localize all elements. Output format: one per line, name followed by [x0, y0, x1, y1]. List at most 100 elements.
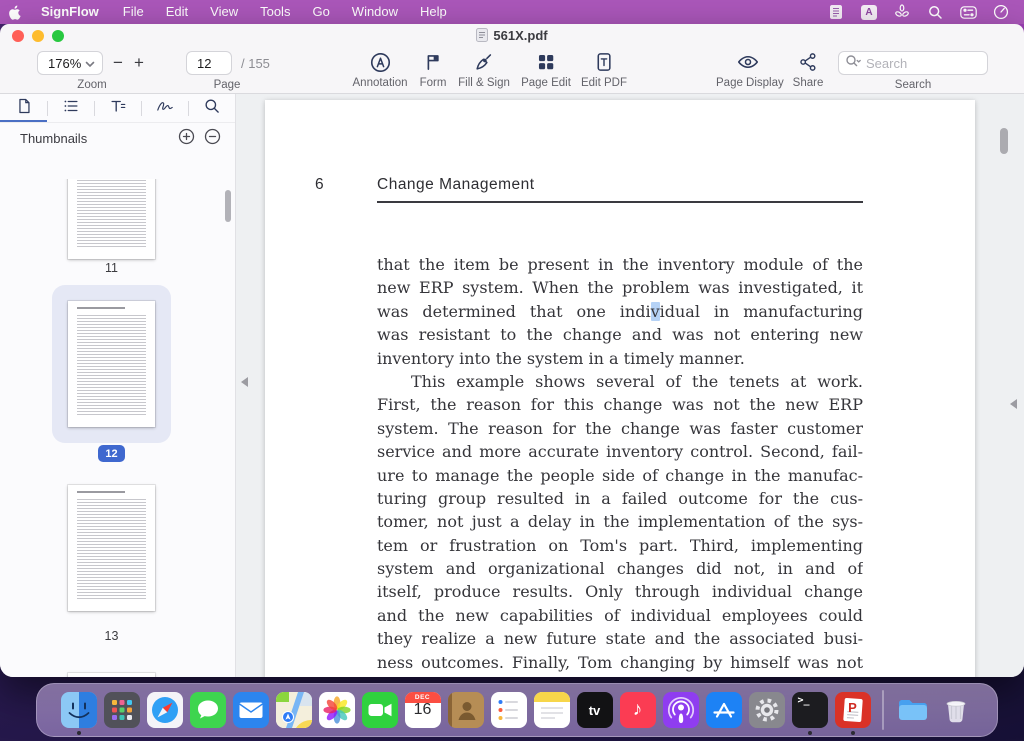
- menu-item-signflow[interactable]: SignFlow: [30, 0, 112, 24]
- search-group-label: Search: [838, 79, 988, 91]
- control-center-icon[interactable]: [959, 3, 977, 21]
- dock-safari-icon[interactable]: [147, 692, 183, 728]
- page-group-label: Page: [186, 79, 268, 91]
- thumbnail-zoom-in-icon[interactable]: [178, 128, 195, 150]
- dock-photos-icon[interactable]: [319, 692, 355, 728]
- toolbar-tool-fill-sign[interactable]: Fill & Sign: [452, 50, 516, 89]
- page-number-input[interactable]: [186, 51, 232, 75]
- apple-logo-icon: [9, 5, 22, 20]
- thumbnail-selected-wrap[interactable]: [52, 285, 171, 443]
- input-source-icon[interactable]: A: [860, 3, 878, 21]
- spotlight-icon[interactable]: [926, 3, 944, 21]
- input-source-glyph: A: [861, 5, 877, 20]
- dock-maps-icon[interactable]: [276, 692, 312, 728]
- dock-appletv-icon[interactable]: tv: [577, 692, 613, 728]
- sidebar-tab-text-edit[interactable]: [94, 94, 141, 122]
- content-scrollbar-thumb[interactable]: [1000, 128, 1008, 154]
- page-display-icon: [716, 50, 780, 74]
- sidebar-tab-outline[interactable]: [47, 94, 94, 122]
- toolbar-tool-edit-pdf[interactable]: Edit PDF: [572, 50, 636, 89]
- page-nav-arrow-right[interactable]: [1010, 399, 1017, 409]
- menu-item-edit[interactable]: Edit: [155, 0, 199, 24]
- thumbnail-list: 111213: [0, 179, 235, 677]
- dock-downloads-folder-icon[interactable]: [895, 692, 931, 728]
- thumbnail-zoom-out-icon[interactable]: [204, 128, 221, 150]
- page-nav-arrow-left[interactable]: [241, 377, 248, 387]
- search-input[interactable]: [866, 56, 981, 71]
- dock-finder-icon[interactable]: [61, 692, 97, 728]
- dock-contacts-icon[interactable]: [448, 692, 484, 728]
- dock-podcasts-icon[interactable]: [663, 692, 699, 728]
- edit-pdf-icon: [572, 50, 636, 74]
- toolbar-tool-share[interactable]: Share: [776, 50, 840, 89]
- thumbnail-page-12[interactable]: [68, 301, 155, 427]
- apple-menu[interactable]: [0, 5, 30, 20]
- toolbar-search-field[interactable]: [838, 51, 988, 75]
- pdf-text-line: tomer, not just a delay in the implement…: [377, 510, 863, 533]
- search-icon: [845, 54, 862, 73]
- window-title: 561X.pdf: [0, 28, 1024, 45]
- pages-doc-icon[interactable]: [827, 3, 845, 21]
- menu-item-file[interactable]: File: [112, 0, 155, 24]
- document-view: 6 Change Management that the item be pre…: [236, 94, 1024, 677]
- chapter-title: Change Management: [377, 176, 535, 194]
- menu-item-go[interactable]: Go: [301, 0, 340, 24]
- zoom-out-button[interactable]: −: [109, 51, 127, 75]
- text-edit-icon: [109, 97, 127, 120]
- music-glyph: ♪: [620, 692, 656, 728]
- pdf-text-line: First, the reason for this change was no…: [377, 393, 863, 416]
- dock-launchpad-icon[interactable]: [104, 692, 140, 728]
- thumbnail-page-number: 11: [68, 261, 155, 275]
- sidebar-tab-thumbnails[interactable]: [0, 94, 47, 122]
- dock-terminal-icon[interactable]: >_: [792, 692, 828, 728]
- dock-divider: [882, 690, 884, 730]
- dock-notes-icon[interactable]: [534, 692, 570, 728]
- fan-icon[interactable]: [893, 3, 911, 21]
- dock-reminders-icon[interactable]: [491, 692, 527, 728]
- sidebar: Thumbnails 111213: [0, 94, 236, 677]
- dock-music-icon[interactable]: ♪: [620, 692, 656, 728]
- pdf-text-line: system and organizational changes did no…: [377, 557, 863, 580]
- sidebar-tab-signature[interactable]: [141, 94, 188, 122]
- pdf-text-line: turing group resulted in a failed outcom…: [377, 487, 863, 510]
- dock-settings-icon[interactable]: [749, 692, 785, 728]
- pdf-text-line: service and more accurate inventory cont…: [377, 440, 863, 463]
- pdf-text-line: This example shows several of the tenets…: [377, 370, 863, 393]
- signature-icon: [155, 97, 175, 120]
- dock-messages-icon[interactable]: [190, 692, 226, 728]
- dock-signflow-icon[interactable]: P: [835, 692, 871, 728]
- pdf-page: 6 Change Management that the item be pre…: [265, 100, 975, 677]
- thumbnails-icon: [15, 97, 33, 120]
- sidebar-scrollbar-thumb[interactable]: [225, 190, 231, 222]
- pdf-text-line: inventory into the system in a timely ma…: [377, 347, 863, 370]
- clock-icon[interactable]: [992, 3, 1010, 21]
- share-icon: [776, 50, 840, 74]
- pdf-file-icon: [476, 28, 488, 45]
- pdf-text: that the item be present in the inventor…: [377, 253, 863, 674]
- toolbar-tool-label: Page Display: [716, 77, 780, 89]
- toolbar-tool-label: Edit PDF: [572, 77, 636, 89]
- menu-item-tools[interactable]: Tools: [249, 0, 301, 24]
- menu-left: SignFlowFileEditViewToolsGoWindowHelp: [0, 0, 458, 24]
- zoom-in-button[interactable]: +: [130, 51, 148, 75]
- menu-item-help[interactable]: Help: [409, 0, 458, 24]
- dock-calendar-icon[interactable]: DEC16: [405, 692, 441, 728]
- page-total: / 155: [241, 56, 270, 71]
- thumbnail-page-number: 13: [68, 629, 155, 643]
- sidebar-tab-search[interactable]: [188, 94, 235, 122]
- dock-trash-icon[interactable]: [938, 692, 974, 728]
- page-edit-icon: [514, 50, 578, 74]
- toolbar-tool-page-edit[interactable]: Page Edit: [514, 50, 578, 89]
- thumbnail-page-11[interactable]: [68, 179, 155, 259]
- dock-appstore-icon[interactable]: [706, 692, 742, 728]
- thumbnail-page-partial[interactable]: [68, 673, 155, 677]
- menu-item-view[interactable]: View: [199, 0, 249, 24]
- outline-icon: [62, 97, 80, 120]
- dock-facetime-icon[interactable]: [362, 692, 398, 728]
- thumbnail-page-13[interactable]: [68, 485, 155, 611]
- menu-item-window[interactable]: Window: [341, 0, 409, 24]
- dock-mail-icon[interactable]: [233, 692, 269, 728]
- pdf-text-line: was determined that one individual in ma…: [377, 300, 863, 323]
- toolbar-tool-page-display[interactable]: Page Display: [716, 50, 780, 89]
- zoom-select[interactable]: 176%: [37, 51, 103, 75]
